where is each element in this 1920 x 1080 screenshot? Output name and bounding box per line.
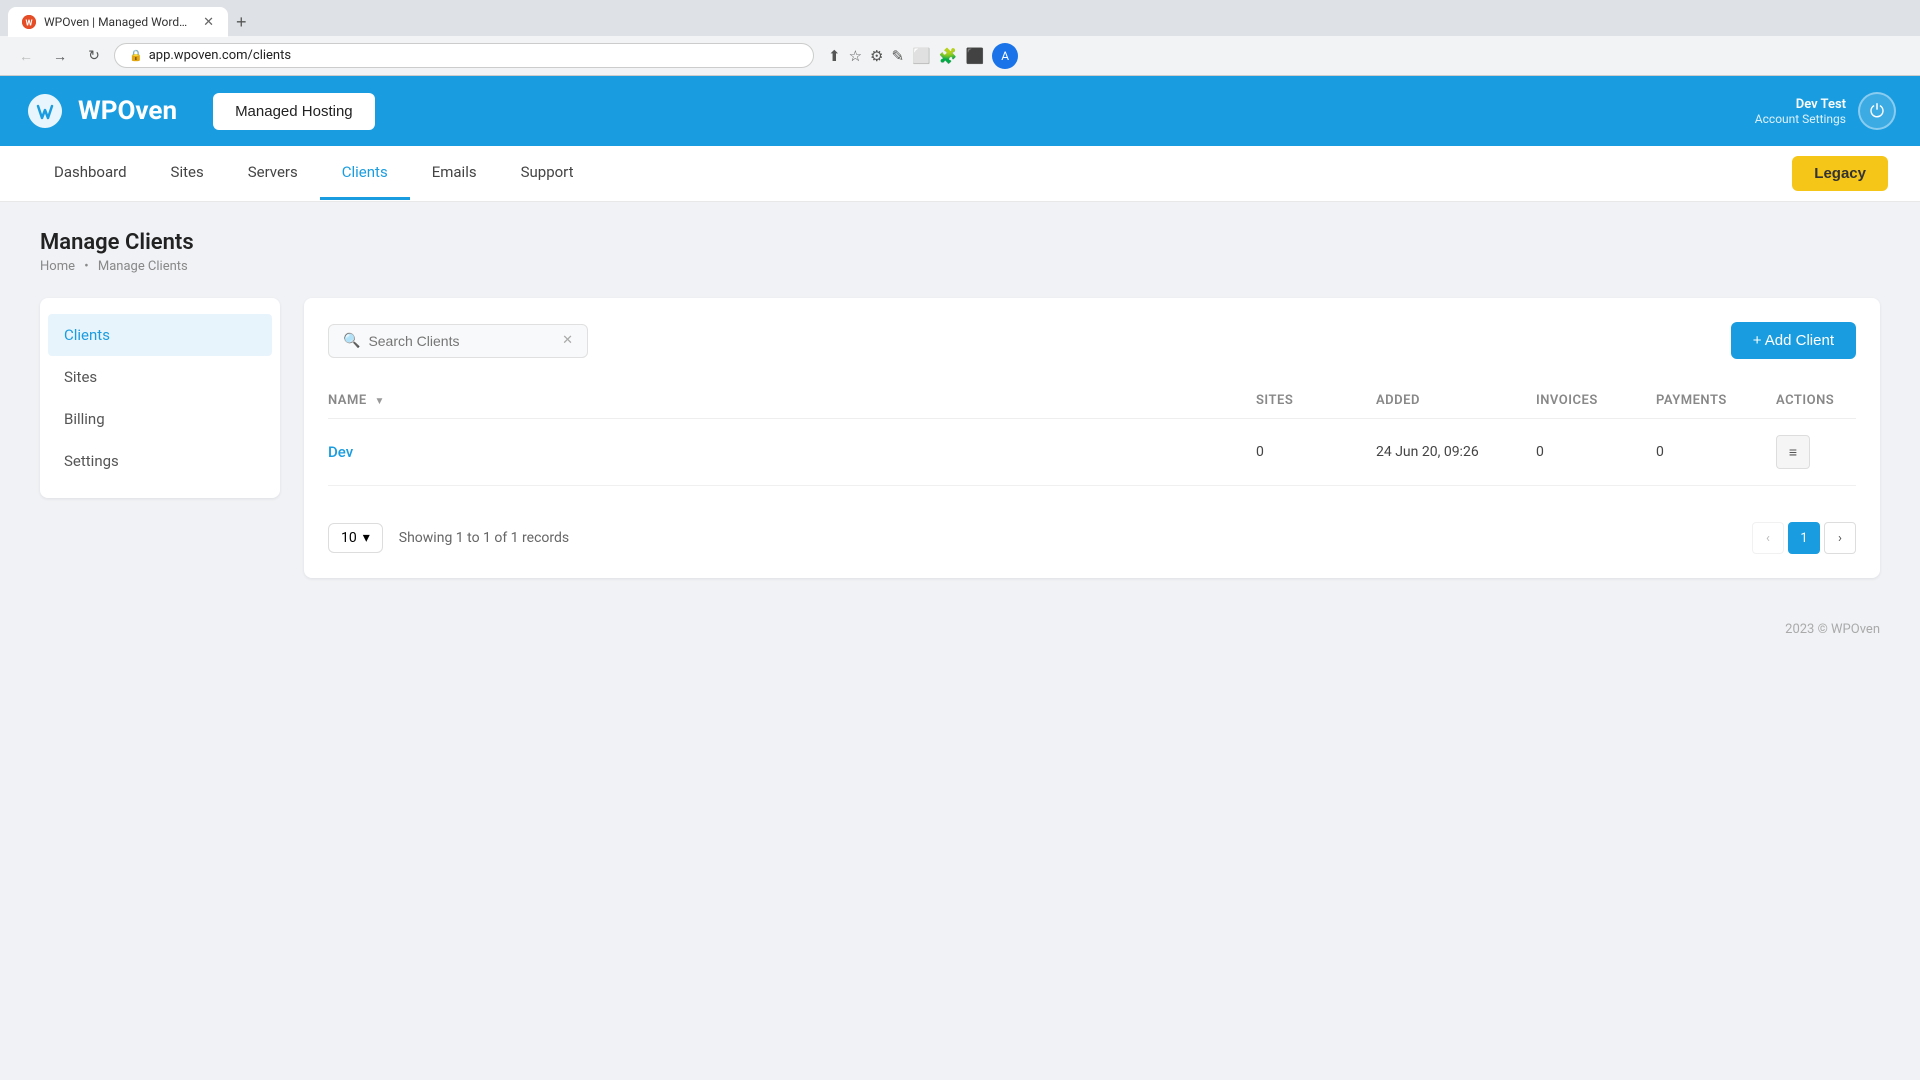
back-button[interactable]: ← xyxy=(12,42,40,70)
footer: 2023 © WPOven xyxy=(0,606,1920,653)
pagination-area: 10 ▾ Showing 1 to 1 of 1 records ‹ 1 › xyxy=(328,506,1856,554)
splitview-icon[interactable]: ⬛ xyxy=(965,47,984,65)
tab-title: WPOven | Managed WordPress ... xyxy=(44,15,191,29)
puzzle-icon[interactable]: 🧩 xyxy=(939,47,958,65)
user-info: Dev Test Account Settings xyxy=(1755,97,1846,126)
nav-right: Legacy xyxy=(1792,156,1888,191)
sidebar: Clients Sites Billing Settings xyxy=(40,298,280,498)
close-tab-icon[interactable]: ✕ xyxy=(203,15,214,30)
sidebar-item-sites[interactable]: Sites xyxy=(40,356,280,398)
sidebar-item-settings[interactable]: Settings xyxy=(40,440,280,482)
tab-favicon: W xyxy=(22,15,36,29)
col-actions: ACTIONS xyxy=(1776,393,1856,408)
main-layout: Clients Sites Billing Settings 🔍 ✕ + Add… xyxy=(40,298,1880,578)
browser-tab-bar: W WPOven | Managed WordPress ... ✕ + xyxy=(0,0,1920,36)
nav-clients[interactable]: Clients xyxy=(320,147,410,200)
page-title: Manage Clients xyxy=(40,230,1880,255)
screenshot-icon[interactable]: ⬜ xyxy=(912,47,931,65)
breadcrumb: Home • Manage Clients xyxy=(40,259,1880,274)
url-text: app.wpoven.com/clients xyxy=(149,48,291,63)
nav-support[interactable]: Support xyxy=(499,147,596,200)
browser-profile-avatar[interactable]: A xyxy=(992,43,1018,69)
prev-page-button[interactable]: ‹ xyxy=(1752,522,1784,554)
content-area: 🔍 ✕ + Add Client NAME ▼ SITES ADDED INVO… xyxy=(304,298,1880,578)
share-icon[interactable]: ⬆ xyxy=(828,47,841,65)
records-text: Showing 1 to 1 of 1 records xyxy=(399,530,569,546)
sort-icon: ▼ xyxy=(374,396,384,407)
col-invoices: INVOICES xyxy=(1536,393,1656,408)
nav-dashboard[interactable]: Dashboard xyxy=(32,147,149,200)
breadcrumb-home[interactable]: Home xyxy=(40,259,75,274)
client-name-link[interactable]: Dev xyxy=(328,443,353,461)
sidebar-item-clients[interactable]: Clients xyxy=(48,314,272,356)
per-page-select[interactable]: 10 ▾ xyxy=(328,523,383,553)
table-row: Dev 0 24 Jun 20, 09:26 0 0 ≡ xyxy=(328,419,1856,486)
nav-sites[interactable]: Sites xyxy=(149,147,226,200)
header-right: Dev Test Account Settings ⏻ xyxy=(1755,92,1896,130)
actions-button[interactable]: ≡ xyxy=(1776,435,1810,469)
nav-servers[interactable]: Servers xyxy=(226,147,320,200)
svg-text:W: W xyxy=(26,19,33,28)
nav-emails[interactable]: Emails xyxy=(410,147,499,200)
actions-menu-icon: ≡ xyxy=(1789,444,1797,461)
footer-text: 2023 © WPOven xyxy=(1785,622,1880,637)
page-1-button[interactable]: 1 xyxy=(1788,522,1820,554)
bookmark-icon[interactable]: ☆ xyxy=(849,47,862,65)
new-tab-button[interactable]: + xyxy=(228,12,255,33)
nav-links: Dashboard Sites Servers Clients Emails S… xyxy=(32,147,596,200)
table-header: NAME ▼ SITES ADDED INVOICES PAYMENTS ACT… xyxy=(328,383,1856,419)
col-added: ADDED xyxy=(1376,393,1536,408)
page-controls: ‹ 1 › xyxy=(1752,522,1856,554)
browser-tab[interactable]: W WPOven | Managed WordPress ... ✕ xyxy=(8,7,228,37)
breadcrumb-current: Manage Clients xyxy=(98,259,188,274)
col-payments: PAYMENTS xyxy=(1656,393,1776,408)
client-actions-cell: ≡ xyxy=(1776,435,1856,469)
col-sites: SITES xyxy=(1256,393,1376,408)
search-box[interactable]: 🔍 ✕ xyxy=(328,324,588,358)
client-added-cell: 24 Jun 20, 09:26 xyxy=(1376,444,1536,460)
logo-text: WPOven xyxy=(78,96,177,126)
edit-icon[interactable]: ✎ xyxy=(891,47,904,65)
legacy-button[interactable]: Legacy xyxy=(1792,156,1888,191)
client-sites-cell: 0 xyxy=(1256,444,1376,460)
next-page-button[interactable]: › xyxy=(1824,522,1856,554)
client-invoices-cell: 0 xyxy=(1536,444,1656,460)
power-icon: ⏻ xyxy=(1870,101,1884,122)
per-page-value: 10 xyxy=(341,530,357,546)
content-toolbar: 🔍 ✕ + Add Client xyxy=(328,322,1856,359)
col-name: NAME ▼ xyxy=(328,393,1256,408)
reload-button[interactable]: ↻ xyxy=(80,42,108,70)
forward-button[interactable]: → xyxy=(46,42,74,70)
clear-search-icon[interactable]: ✕ xyxy=(562,333,573,348)
sidebar-item-billing[interactable]: Billing xyxy=(40,398,280,440)
lock-icon: 🔒 xyxy=(129,49,143,62)
extensions-icon[interactable]: ⚙ xyxy=(870,47,883,65)
search-icon: 🔍 xyxy=(343,333,360,349)
browser-right-icons: ⬆ ☆ ⚙ ✎ ⬜ 🧩 ⬛ A xyxy=(828,43,1018,69)
user-settings-label[interactable]: Account Settings xyxy=(1755,112,1846,126)
search-input[interactable] xyxy=(368,333,554,349)
nav-bar: Dashboard Sites Servers Clients Emails S… xyxy=(0,146,1920,202)
user-name: Dev Test xyxy=(1755,97,1846,112)
add-client-button[interactable]: + Add Client xyxy=(1731,322,1856,359)
breadcrumb-separator: • xyxy=(84,259,88,274)
managed-hosting-button[interactable]: Managed Hosting xyxy=(213,93,375,130)
app-header: WPOven Managed Hosting Dev Test Account … xyxy=(0,76,1920,146)
address-bar[interactable]: 🔒 app.wpoven.com/clients xyxy=(114,43,814,68)
client-payments-cell: 0 xyxy=(1656,444,1776,460)
client-name-cell: Dev xyxy=(328,443,1256,461)
chevron-down-icon: ▾ xyxy=(363,530,370,546)
browser-chrome: W WPOven | Managed WordPress ... ✕ + ← →… xyxy=(0,0,1920,76)
power-button[interactable]: ⏻ xyxy=(1858,92,1896,130)
page-content: Manage Clients Home • Manage Clients Cli… xyxy=(0,202,1920,606)
wpoven-logo-icon xyxy=(24,90,66,132)
logo-area: WPOven Managed Hosting xyxy=(24,90,375,132)
browser-controls: ← → ↻ 🔒 app.wpoven.com/clients ⬆ ☆ ⚙ ✎ ⬜… xyxy=(0,36,1920,76)
